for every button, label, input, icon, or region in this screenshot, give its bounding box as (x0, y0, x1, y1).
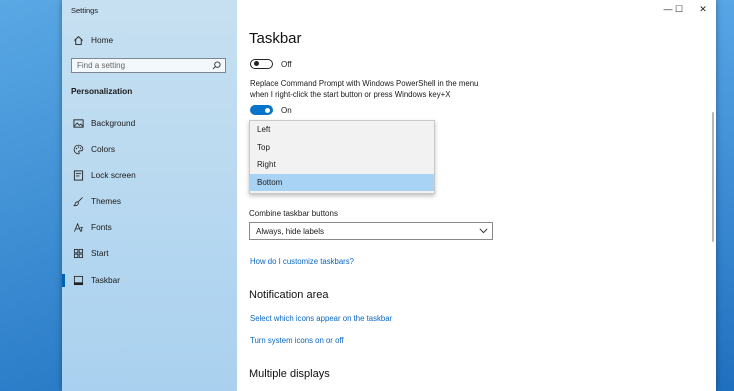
select-icons-link[interactable]: Select which icons appear on the taskbar (250, 314, 392, 323)
customize-taskbars-link[interactable]: How do I customize taskbars? (250, 257, 354, 266)
dropdown-option-left[interactable]: Left (250, 121, 434, 139)
sidebar-item-start[interactable]: Start (72, 246, 109, 260)
taskbar-icon (72, 274, 84, 286)
window-title: Settings (71, 6, 99, 15)
system-icons-link[interactable]: Turn system icons on or off (250, 336, 344, 345)
search-input[interactable] (77, 61, 207, 70)
sidebar-home[interactable]: Home (72, 33, 113, 47)
sidebar-item-themes[interactable]: Themes (72, 194, 121, 208)
sidebar-item-label: Background (91, 118, 136, 128)
sidebar-item-colors[interactable]: Colors (72, 142, 115, 156)
powershell-toggle[interactable] (250, 105, 273, 115)
combine-buttons-value: Always, hide labels (256, 226, 325, 236)
sidebar-item-label: Themes (91, 196, 121, 206)
scrollbar[interactable] (712, 112, 714, 242)
powershell-setting-description: Replace Command Prompt with Windows Powe… (250, 79, 479, 99)
page-title: Taskbar (249, 30, 302, 47)
home-icon (72, 34, 84, 46)
sidebar-item-label: Start (91, 248, 109, 258)
dropdown-option-top[interactable]: Top (250, 139, 434, 157)
sidebar-section-heading: Personalization (71, 86, 133, 96)
taskbar-location-dropdown: Left Top Right Bottom (249, 120, 435, 194)
toggle-state-label: Off (281, 60, 292, 69)
brush-icon (72, 195, 84, 207)
sidebar-item-lock-screen[interactable]: Lock screen (72, 168, 136, 182)
main-content: Taskbar Off Replace Command Prompt with … (237, 0, 707, 391)
picture-icon (72, 117, 84, 129)
combine-buttons-select[interactable]: Always, hide labels (249, 222, 493, 240)
search-box[interactable] (71, 58, 226, 73)
toggle-knob (254, 61, 259, 67)
sidebar-item-label: Colors (91, 144, 115, 154)
sidebar-item-label: Taskbar (91, 275, 121, 285)
font-icon (72, 221, 84, 233)
desktop-wallpaper-left (0, 0, 62, 391)
sidebar-item-background[interactable]: Background (72, 116, 135, 130)
sidebar-home-label: Home (91, 35, 114, 45)
lock-screen-icon (72, 169, 84, 181)
search-icon[interactable] (212, 57, 221, 75)
sidebar-item-label: Lock screen (91, 170, 136, 180)
combine-buttons-label: Combine taskbar buttons (249, 209, 338, 218)
toggle-state-label: On (281, 106, 292, 115)
toggle-knob (265, 107, 270, 113)
multiple-displays-heading: Multiple displays (249, 368, 330, 380)
notification-area-heading: Notification area (249, 289, 329, 301)
desktop-wallpaper-right (716, 0, 734, 391)
sidebar-item-label: Fonts (91, 222, 112, 232)
dropdown-option-right[interactable]: Right (250, 156, 434, 174)
start-icon (72, 247, 84, 259)
sidebar: Settings Home Personalization Background (62, 0, 237, 391)
dropdown-option-bottom[interactable]: Bottom (250, 173, 434, 191)
selected-indicator (62, 274, 65, 287)
settings-window: Settings Home Personalization Background (62, 0, 716, 391)
toggle-switch-off[interactable] (250, 59, 273, 69)
sidebar-item-taskbar[interactable]: Taskbar (72, 273, 120, 287)
palette-icon (72, 143, 84, 155)
chevron-down-icon (479, 227, 488, 236)
sidebar-item-fonts[interactable]: Fonts (72, 220, 112, 234)
